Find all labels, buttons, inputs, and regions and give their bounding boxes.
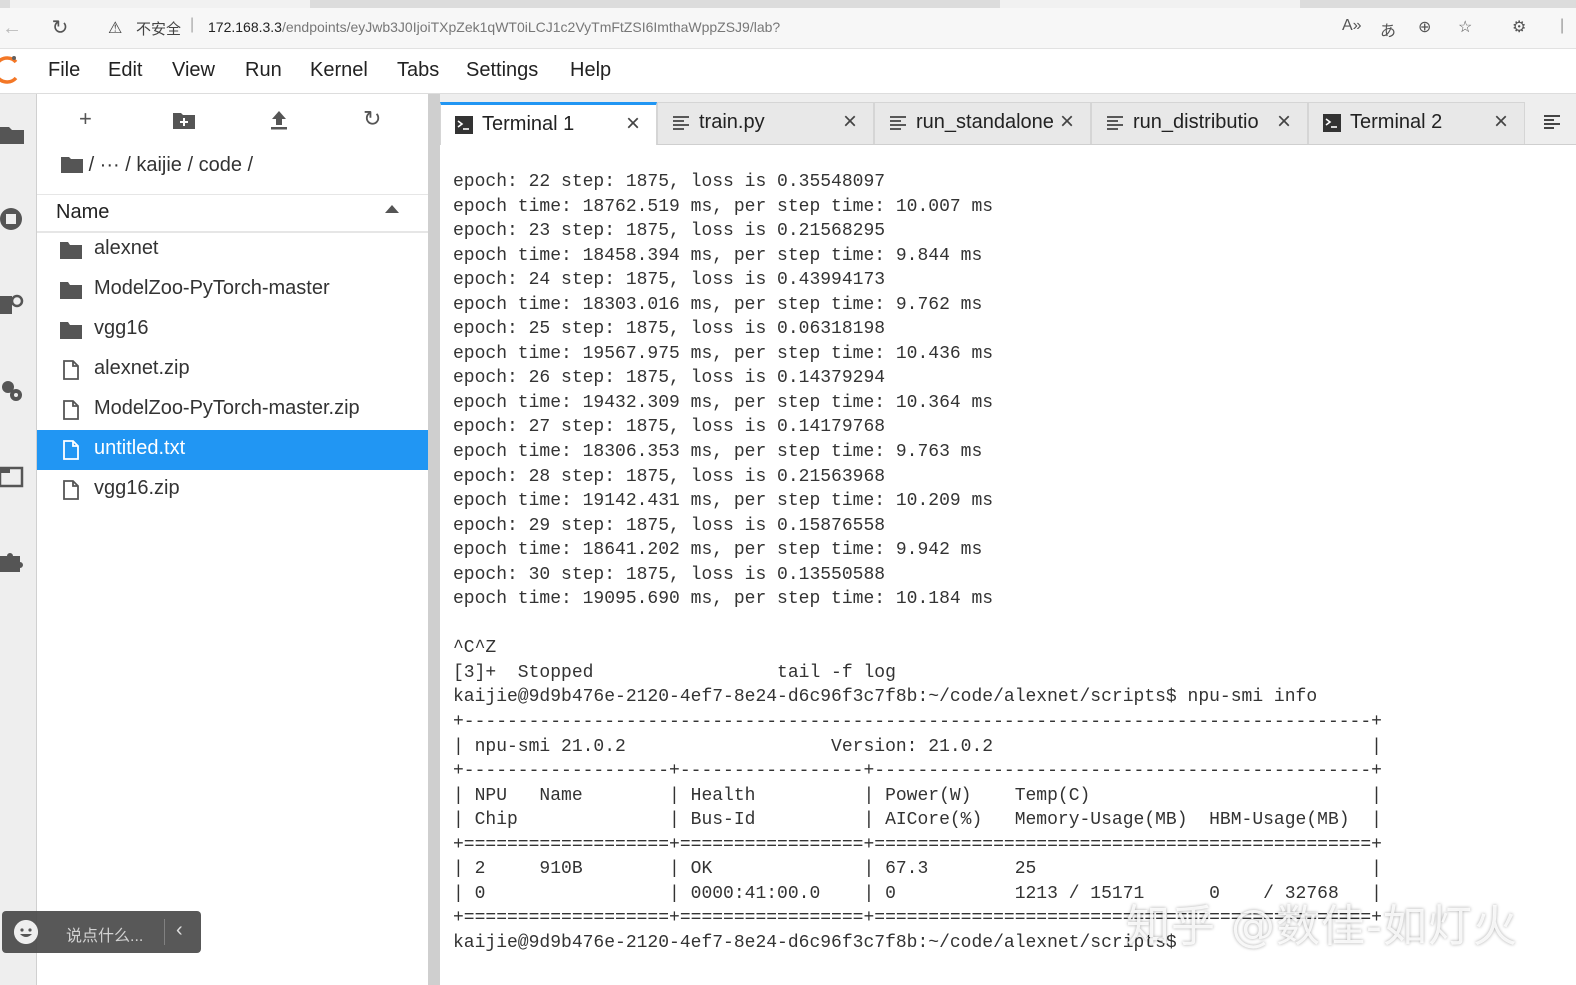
- file-icon: [60, 480, 82, 500]
- address-separator: |: [190, 16, 195, 33]
- file-list-item[interactable]: ModelZoo-PyTorch-master.zip: [37, 390, 428, 430]
- text-file-icon: [1106, 114, 1124, 132]
- url-text[interactable]: 172.168.3.3/endpoints/eyJwb3J0IjoiTXpZek…: [208, 19, 780, 35]
- new-launcher-button[interactable]: +: [79, 106, 92, 132]
- panel-splitter[interactable]: [428, 94, 440, 985]
- folder-icon: [60, 240, 82, 260]
- close-icon[interactable]: ×: [626, 110, 640, 138]
- gear-icon[interactable]: [0, 378, 26, 404]
- tab-label: train.py: [699, 111, 765, 133]
- terminal-panel[interactable]: epoch: 22 step: 1875, loss is 0.35548097…: [440, 145, 1576, 985]
- file-icon: [60, 440, 82, 460]
- folder-icon: [60, 320, 82, 340]
- chat-input-pill[interactable]: 说点什么... ‹: [2, 911, 201, 953]
- file-name: ModelZoo-PyTorch-master.zip: [94, 397, 360, 419]
- chevron-left-icon[interactable]: ‹: [176, 919, 183, 942]
- file-list-item[interactable]: vgg16: [37, 310, 428, 350]
- tab-run-distributio[interactable]: run_distributio ×: [1091, 102, 1308, 144]
- folder-icon: [60, 280, 82, 300]
- file-list-item[interactable]: untitled.txt: [37, 430, 428, 470]
- smiley-icon[interactable]: [14, 920, 38, 944]
- terminal-icon: [455, 116, 473, 134]
- breadcrumb-path[interactable]: / ··· / kaijie / code /: [89, 154, 254, 176]
- chat-divider: [164, 919, 165, 945]
- tab-label: Terminal 1: [482, 113, 575, 135]
- back-icon[interactable]: ←: [0, 16, 24, 40]
- home-folder-icon[interactable]: [61, 155, 83, 173]
- tab-terminal-2[interactable]: Terminal 2 ×: [1308, 102, 1525, 144]
- zoom-icon[interactable]: ⊕: [1418, 17, 1431, 37]
- menu-file[interactable]: File: [48, 59, 80, 82]
- browser-toolbar: ← ↻ ⚠ 不安全 | 172.168.3.3/endpoints/eyJwb3…: [0, 8, 1576, 49]
- tab-train-py[interactable]: train.py ×: [657, 102, 874, 144]
- tab-label: run_distributio: [1133, 111, 1259, 133]
- file-name: ModelZoo-PyTorch-master: [94, 277, 330, 299]
- running-kernels-icon[interactable]: [0, 206, 26, 232]
- browser-tab[interactable]: [10, 0, 310, 8]
- name-column-header[interactable]: Name: [37, 194, 428, 233]
- new-folder-icon[interactable]: [173, 110, 195, 130]
- file-list-item[interactable]: vgg16.zip: [37, 470, 428, 510]
- file-name: alexnet: [94, 237, 159, 259]
- menu-help[interactable]: Help: [570, 59, 611, 82]
- file-icon: [60, 360, 82, 380]
- menu-run[interactable]: Run: [245, 59, 282, 82]
- terminal-output[interactable]: epoch: 22 step: 1875, loss is 0.35548097…: [453, 170, 1382, 956]
- menu-kernel[interactable]: Kernel: [310, 59, 368, 82]
- jupyter-logo-icon: [0, 56, 18, 84]
- extension-puzzle-icon[interactable]: [0, 548, 26, 574]
- menubar: File Edit View Run Kernel Tabs Settings …: [0, 49, 1576, 94]
- file-list-item[interactable]: alexnet.zip: [37, 350, 428, 390]
- text-file-icon: [672, 114, 690, 132]
- refresh-icon[interactable]: ↻: [363, 106, 381, 132]
- file-name: vgg16: [94, 317, 149, 339]
- file-name: alexnet.zip: [94, 357, 190, 379]
- url-path: /endpoints/eyJwb3J0IjoiTXpZek1qWT0iLCJ1c…: [281, 19, 781, 35]
- close-icon[interactable]: ×: [1277, 108, 1291, 136]
- tab-label: run_standalone: [916, 111, 1054, 133]
- menu-settings[interactable]: Settings: [466, 59, 538, 82]
- close-icon[interactable]: ×: [1060, 108, 1074, 136]
- close-icon[interactable]: ×: [843, 108, 857, 136]
- file-name: untitled.txt: [94, 437, 186, 459]
- translate-icon[interactable]: あ: [1380, 17, 1396, 41]
- browser-tab[interactable]: [1000, 0, 1300, 8]
- url-host: 172.168.3.3: [208, 19, 282, 35]
- extensions-icon[interactable]: ⚙: [1512, 17, 1526, 37]
- menu-view[interactable]: View: [172, 59, 215, 82]
- upload-icon[interactable]: [269, 110, 289, 130]
- menu-tabs[interactable]: Tabs: [397, 59, 439, 82]
- reload-icon[interactable]: ↻: [48, 16, 72, 40]
- activity-bar: [0, 94, 37, 985]
- menu-edit[interactable]: Edit: [108, 59, 142, 82]
- breadcrumb: / ··· / kaijie / code /: [61, 154, 253, 177]
- tab-terminal-1[interactable]: Terminal 1 ×: [440, 102, 657, 145]
- read-aloud-icon[interactable]: A»: [1342, 17, 1362, 35]
- chat-placeholder[interactable]: 说点什么...: [66, 922, 143, 946]
- file-browser: + ↻ / ··· / kaijie / code / Name alexnet…: [37, 94, 428, 985]
- folder-icon[interactable]: [0, 122, 26, 148]
- insecure-label[interactable]: 不安全: [136, 18, 181, 39]
- dock-tab-bar: Terminal 1 × train.py × run_standalone × run_d…: [440, 94, 1576, 145]
- browser-tab-strip: [0, 0, 1576, 8]
- tab-run-standalone[interactable]: run_standalone ×: [874, 102, 1091, 144]
- file-name: vgg16.zip: [94, 477, 180, 499]
- column-name-label: Name: [56, 201, 110, 223]
- close-icon[interactable]: ×: [1494, 108, 1508, 136]
- watermark: 知乎 @数佳-如灯火: [1126, 901, 1518, 952]
- sort-ascending-icon[interactable]: [385, 205, 399, 213]
- profile-divider: |: [1560, 17, 1565, 34]
- favorites-icon[interactable]: ☆: [1458, 17, 1472, 37]
- tabs-icon[interactable]: [0, 464, 26, 490]
- tab-label: Terminal 2: [1350, 111, 1443, 133]
- file-list-item[interactable]: ModelZoo-PyTorch-master: [37, 270, 428, 310]
- terminal-icon: [1323, 114, 1341, 132]
- text-file-icon: [889, 114, 907, 132]
- file-list-item[interactable]: alexnet: [37, 230, 428, 270]
- file-icon: [60, 400, 82, 420]
- overflow-tab-icon[interactable]: [1542, 112, 1562, 132]
- warning-icon[interactable]: ⚠: [108, 18, 122, 38]
- git-icon[interactable]: [0, 292, 26, 318]
